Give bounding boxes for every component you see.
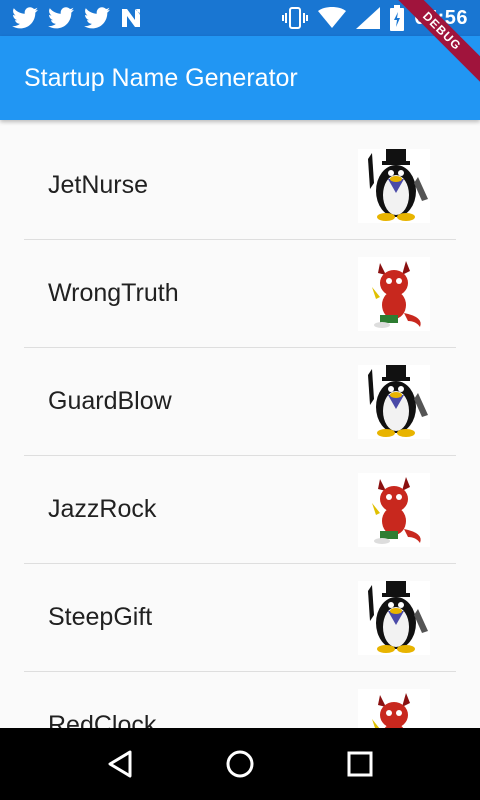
- list-item[interactable]: WrongTruth: [24, 240, 456, 348]
- status-bar: 05:56: [0, 0, 480, 36]
- list-item-name: JazzRock: [48, 495, 157, 523]
- back-button[interactable]: [90, 734, 150, 794]
- twitter-icon: [12, 7, 38, 29]
- twitter-icon: [48, 7, 74, 29]
- signal-icon: [356, 7, 381, 29]
- status-time: 05:56: [414, 6, 468, 29]
- list-item-name: SteepGift: [48, 603, 153, 631]
- list-item[interactable]: JetNurse: [24, 132, 456, 240]
- page-title: Startup Name Generator: [24, 63, 298, 92]
- app-bar: Startup Name Generator: [0, 36, 480, 120]
- bsd-daemon-image: [358, 257, 430, 331]
- bsd-daemon-image: [358, 689, 430, 728]
- list-item-name: GuardBlow: [48, 387, 172, 415]
- home-icon: [226, 750, 254, 778]
- n-icon: [122, 9, 140, 27]
- recents-icon: [347, 751, 373, 777]
- back-icon: [108, 750, 132, 778]
- wifi-icon: [318, 7, 347, 28]
- notification-icons: [12, 7, 142, 29]
- bsd-daemon-image: [358, 473, 430, 547]
- navigation-bar: [0, 728, 480, 800]
- list-item-name: RedClock: [48, 711, 157, 728]
- vibrate-icon: [282, 7, 309, 29]
- list-item-name: WrongTruth: [48, 279, 179, 307]
- twitter-icon: [84, 7, 110, 29]
- list-item[interactable]: RedClock: [24, 672, 456, 728]
- battery-icon: [390, 5, 405, 31]
- tux-tophat-image: [358, 365, 430, 439]
- system-icons: 05:56: [282, 5, 468, 31]
- list-item[interactable]: JazzRock: [24, 456, 456, 564]
- list-item[interactable]: GuardBlow: [24, 348, 456, 456]
- tux-tophat-image: [358, 581, 430, 655]
- recents-button[interactable]: [330, 734, 390, 794]
- home-button[interactable]: [210, 734, 270, 794]
- list-item[interactable]: SteepGift: [24, 564, 456, 672]
- tux-tophat-image: [358, 149, 430, 223]
- startup-name-list[interactable]: JetNurse WrongTruth GuardBlow JazzRock S…: [0, 132, 480, 728]
- list-item-name: JetNurse: [48, 171, 149, 199]
